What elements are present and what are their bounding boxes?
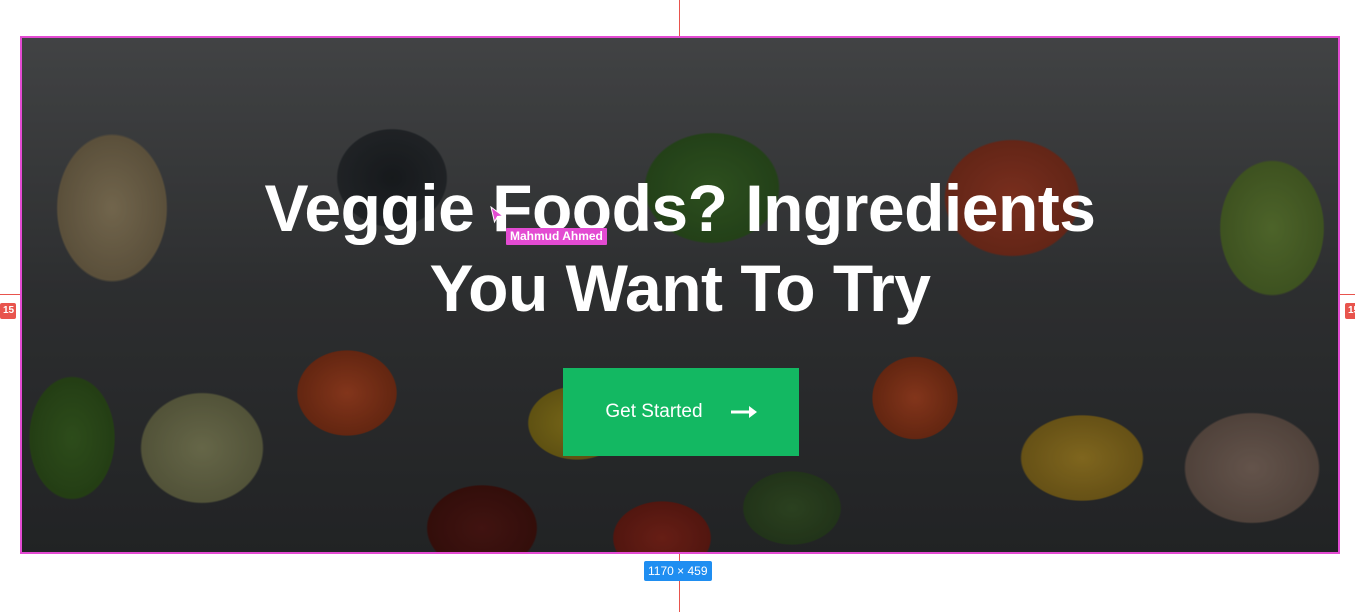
hero-title: Veggie Foods? Ingredients You Want To Tr… [22,168,1338,328]
horizontal-guide-right [1338,294,1355,295]
collaborator-cursor-icon [490,206,504,224]
vertical-center-guide-top [679,0,680,36]
collaborator-name-tag: Mahmud Ahmed [506,228,607,245]
hero-title-line-1: Veggie Foods? Ingredients [264,171,1096,245]
get-started-button[interactable]: Get Started [563,368,799,456]
distance-badge-right: 15 [1345,303,1355,319]
get-started-label: Get Started [605,401,703,422]
hero-section[interactable]: Veggie Foods? Ingredients You Want To Tr… [20,36,1340,554]
horizontal-guide-left [0,294,20,295]
arrow-right-icon [730,406,757,418]
hero-title-line-2: You Want To Try [429,251,931,325]
distance-badge-left: 15 [0,303,16,319]
selection-size-badge: 1170 × 459 [644,561,712,581]
design-canvas: 15 15 Veggie Foods? Ingredients You Want… [0,0,1355,612]
